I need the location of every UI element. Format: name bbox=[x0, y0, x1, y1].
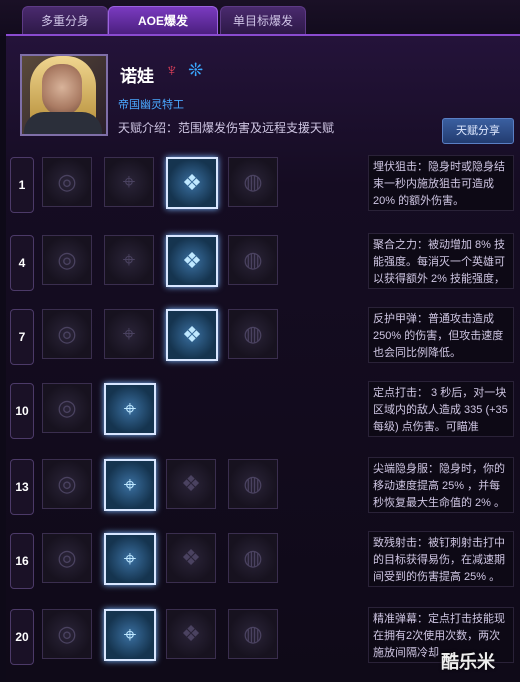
talent-tier-row: 13 ◎ ⌖ ❖ ◍ 尖端隐身服：隐身时，你的移动速度提高 25% ，并每秒恢复最大生命值… bbox=[10, 457, 515, 523]
tier-level-badge: 7 bbox=[10, 309, 34, 365]
talent-tier-row: 1 ◎ ⌖ ❖ ◍ 埋伏狙击：隐身时或隐身结束一秒内施放狙击可造成 20% 的额外伤害。 bbox=[10, 155, 515, 221]
share-talents-button[interactable]: 天赋分享 bbox=[442, 118, 514, 144]
selected-talent-icon[interactable]: ⌖ bbox=[104, 459, 156, 511]
portrait-suit bbox=[24, 112, 102, 134]
tier-level-badge: 4 bbox=[10, 235, 34, 291]
watermark: 酷乐米 bbox=[441, 652, 495, 672]
talent-option-icon[interactable]: ◎ bbox=[42, 383, 92, 433]
talent-tier-row: 4 ◎ ⌖ ❖ ◍ 聚合之力：被动增加 8% 技能强度。每消灭一个英雄可以获得额外 2% … bbox=[10, 233, 515, 299]
tier-level-badge: 13 bbox=[10, 459, 34, 515]
tab-multi-clone[interactable]: 多重分身 bbox=[22, 6, 108, 35]
talent-tier-row: 7 ◎ ⌖ ❖ ◍ 反护甲弹：普通攻击造成 250% 的伤害，但攻击速度也会同比例降低。 bbox=[10, 307, 515, 373]
talent-description: 定点打击： 3 秒后，对一块区域内的敌人造成 335 (+35 每级) 点伤害。… bbox=[368, 381, 514, 437]
talent-tier-row: 10 ◎ ⌖ 定点打击： 3 秒后，对一块区域内的敌人造成 335 (+35 每级) … bbox=[10, 381, 515, 447]
hero-name: 诺娃 bbox=[120, 67, 154, 86]
talent-option-icon[interactable]: ⌖ bbox=[104, 157, 154, 207]
talent-description: 聚合之力：被动增加 8% 技能强度。每消灭一个英雄可以获得额外 2% 技能强度， bbox=[368, 233, 514, 289]
talent-tier-row: 20 ◎ ⌖ ❖ ◍ 精准弹幕：定点打击技能现在拥有2次使用次数，两次施放间隔冷却 bbox=[10, 607, 515, 673]
selected-talent-icon[interactable]: ❖ bbox=[166, 235, 218, 287]
talent-description: 埋伏狙击：隐身时或隐身结束一秒内施放狙击可造成 20% 的额外伤害。 bbox=[368, 155, 514, 211]
tier-level-badge: 10 bbox=[10, 383, 34, 439]
talent-option-icon[interactable]: ◎ bbox=[42, 157, 92, 207]
talent-option-icon[interactable]: ◍ bbox=[228, 533, 278, 583]
talent-description: 致残射击：被钉刺射击打中的目标获得易伤，在减速期间受到的伤害提高 25% 。 bbox=[368, 531, 514, 587]
hero-portrait bbox=[20, 54, 108, 136]
talent-option-icon[interactable]: ◎ bbox=[42, 235, 92, 285]
tab-aoe-burst[interactable]: AOE爆发 bbox=[108, 6, 218, 35]
talent-tier-row: 16 ◎ ⌖ ❖ ◍ 致残射击：被钉刺射击打中的目标获得易伤，在减速期间受到的伤害提高 2… bbox=[10, 531, 515, 597]
talent-option-icon[interactable]: ❖ bbox=[166, 533, 216, 583]
talent-option-icon[interactable]: ◎ bbox=[42, 533, 92, 583]
terran-icon: ❊ bbox=[188, 60, 204, 80]
talent-option-icon[interactable]: ◍ bbox=[228, 235, 278, 285]
selected-talent-icon[interactable]: ❖ bbox=[166, 309, 218, 361]
talent-option-icon[interactable]: ◎ bbox=[42, 459, 92, 509]
talent-option-icon[interactable]: ⌖ bbox=[104, 309, 154, 359]
talent-option-icon[interactable]: ◍ bbox=[228, 309, 278, 359]
talent-option-icon[interactable]: ◍ bbox=[228, 459, 278, 509]
talent-option-icon[interactable]: ◎ bbox=[42, 609, 92, 659]
portrait-face bbox=[42, 64, 82, 116]
tab-single-target-burst[interactable]: 单目标爆发 bbox=[220, 6, 306, 35]
tier-level-badge: 1 bbox=[10, 157, 34, 213]
hero-description: 天赋介绍：范围爆发伤害及远程支援天赋 bbox=[118, 121, 335, 135]
talent-option-icon[interactable]: ◍ bbox=[228, 609, 278, 659]
hero-role: 帝国幽灵特工 bbox=[118, 99, 184, 111]
tab-bar: 多重分身 AOE爆发 单目标爆发 bbox=[0, 0, 520, 36]
role-icon: ♆ bbox=[165, 60, 179, 80]
talent-option-icon[interactable]: ❖ bbox=[166, 459, 216, 509]
talent-option-icon[interactable]: ❖ bbox=[166, 609, 216, 659]
talent-description: 反护甲弹：普通攻击造成 250% 的伤害，但攻击速度也会同比例降低。 bbox=[368, 307, 514, 363]
selected-talent-icon[interactable]: ❖ bbox=[166, 157, 218, 209]
tier-level-badge: 20 bbox=[10, 609, 34, 665]
selected-talent-icon[interactable]: ⌖ bbox=[104, 533, 156, 585]
tier-level-badge: 16 bbox=[10, 533, 34, 589]
talent-option-icon[interactable]: ⌖ bbox=[104, 235, 154, 285]
selected-talent-icon[interactable]: ⌖ bbox=[104, 383, 156, 435]
talent-description: 尖端隐身服：隐身时，你的移动速度提高 25% ，并每秒恢复最大生命值的 2% 。 bbox=[368, 457, 514, 513]
selected-talent-icon[interactable]: ⌖ bbox=[104, 609, 156, 661]
talent-option-icon[interactable]: ◎ bbox=[42, 309, 92, 359]
talent-option-icon[interactable]: ◍ bbox=[228, 157, 278, 207]
